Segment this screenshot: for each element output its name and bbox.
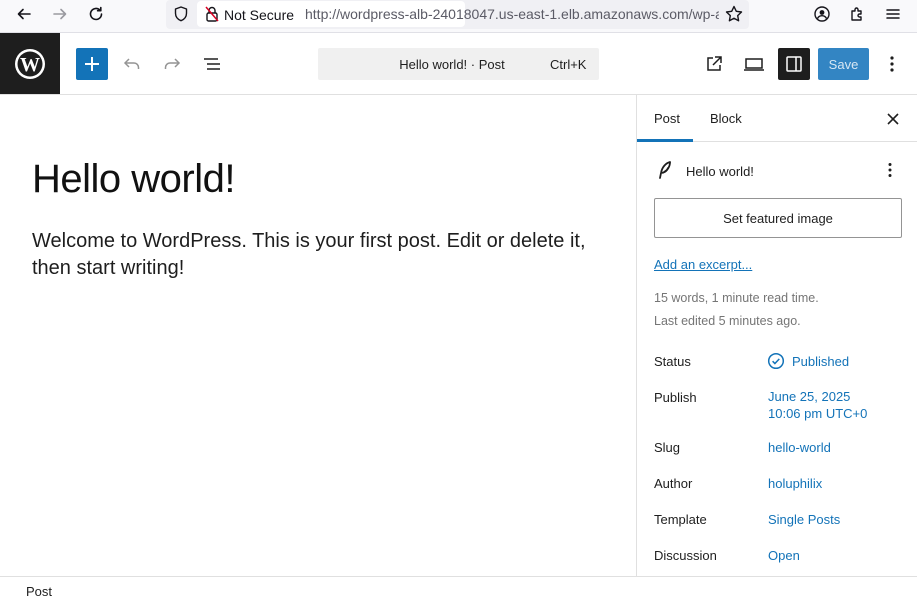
- command-palette-bar[interactable]: Hello world! · Post Ctrl+K: [318, 48, 599, 80]
- sidebar-icon: [786, 56, 802, 72]
- author-label: Author: [654, 476, 693, 491]
- status-label: Status: [654, 354, 691, 369]
- tab-block[interactable]: Block: [710, 111, 742, 126]
- author-value[interactable]: holuphilix: [768, 476, 822, 491]
- publish-time[interactable]: 10:06 pm UTC+0: [768, 406, 867, 421]
- undo-icon: [123, 58, 140, 69]
- close-settings-button[interactable]: [881, 107, 905, 131]
- command-bar-shortcut: Ctrl+K: [550, 57, 587, 72]
- breadcrumb[interactable]: Post: [26, 584, 52, 599]
- undo-button[interactable]: [116, 48, 148, 80]
- wordpress-logo-button[interactable]: W: [0, 33, 60, 94]
- block-inserter-button[interactable]: [76, 48, 108, 80]
- command-bar-title: Hello world! · Post: [399, 57, 505, 72]
- options-button[interactable]: [876, 48, 908, 80]
- add-excerpt-link[interactable]: Add an excerpt...: [654, 257, 752, 272]
- slug-label: Slug: [654, 440, 681, 455]
- preview-button[interactable]: [738, 48, 770, 80]
- post-card-title: Hello world!: [686, 164, 754, 179]
- editor-header: W Hello world! · Post Ctrl+K Save: [0, 33, 917, 95]
- view-post-button[interactable]: [698, 48, 730, 80]
- paragraph-block[interactable]: Welcome to WordPress. This is your first…: [32, 228, 622, 282]
- kebab-icon: [888, 163, 892, 177]
- word-count-text: 15 words, 1 minute read time.: [654, 291, 819, 305]
- forward-arrow-icon[interactable]: [46, 3, 74, 25]
- redo-icon: [164, 58, 181, 69]
- set-featured-image-button[interactable]: Set featured image: [654, 198, 902, 238]
- address-bar[interactable]: Not Secure http://wordpress-alb-24018047…: [166, 0, 749, 29]
- settings-toggle-button[interactable]: [778, 48, 810, 80]
- close-icon: [887, 113, 899, 125]
- redo-button[interactable]: [156, 48, 188, 80]
- save-button[interactable]: Save: [818, 48, 869, 80]
- feather-icon: [659, 161, 671, 179]
- star-icon[interactable]: [724, 4, 744, 24]
- extensions-icon[interactable]: [843, 3, 871, 25]
- not-secure-label: Not Secure: [224, 7, 295, 23]
- post-actions-button[interactable]: [880, 159, 900, 181]
- settings-sidebar: Post Block Hello world! Set featured ima…: [636, 95, 917, 576]
- document-overview-button[interactable]: [196, 48, 228, 80]
- kebab-icon: [890, 56, 894, 72]
- editor-footer: Post: [0, 576, 917, 602]
- discussion-label: Discussion: [654, 548, 717, 563]
- tab-post[interactable]: Post: [654, 111, 680, 126]
- publish-label: Publish: [654, 390, 697, 405]
- url-text[interactable]: http://wordpress-alb-24018047.us-east-1.…: [305, 6, 719, 22]
- account-icon[interactable]: [808, 3, 836, 25]
- list-view-icon: [204, 58, 220, 70]
- status-value[interactable]: Published: [792, 354, 849, 369]
- external-link-icon: [707, 56, 722, 71]
- editor-canvas: Hello world! Welcome to WordPress. This …: [0, 95, 636, 576]
- check-circle-icon: [767, 352, 785, 370]
- svg-text:W: W: [20, 54, 40, 76]
- menu-icon[interactable]: [879, 3, 907, 25]
- sidebar-tabs: Post Block: [637, 95, 917, 142]
- back-arrow-icon[interactable]: [10, 3, 38, 25]
- shield-icon[interactable]: [172, 5, 190, 23]
- template-label: Template: [654, 512, 707, 527]
- browser-toolbar: Not Secure http://wordpress-alb-24018047…: [0, 0, 917, 33]
- discussion-value[interactable]: Open: [768, 548, 800, 563]
- last-edited-text: Last edited 5 minutes ago.: [654, 314, 801, 328]
- reload-icon[interactable]: [82, 3, 110, 25]
- plus-icon: [85, 57, 99, 71]
- active-tab-indicator: [637, 139, 693, 142]
- publish-date[interactable]: June 25, 2025: [768, 389, 850, 404]
- lock-slash-icon: [205, 6, 219, 22]
- desktop-preview-icon: [744, 58, 764, 71]
- wordpress-logo-icon: W: [15, 48, 45, 79]
- template-value[interactable]: Single Posts: [768, 512, 840, 527]
- post-title[interactable]: Hello world!: [32, 157, 235, 202]
- slug-value[interactable]: hello-world: [768, 440, 831, 455]
